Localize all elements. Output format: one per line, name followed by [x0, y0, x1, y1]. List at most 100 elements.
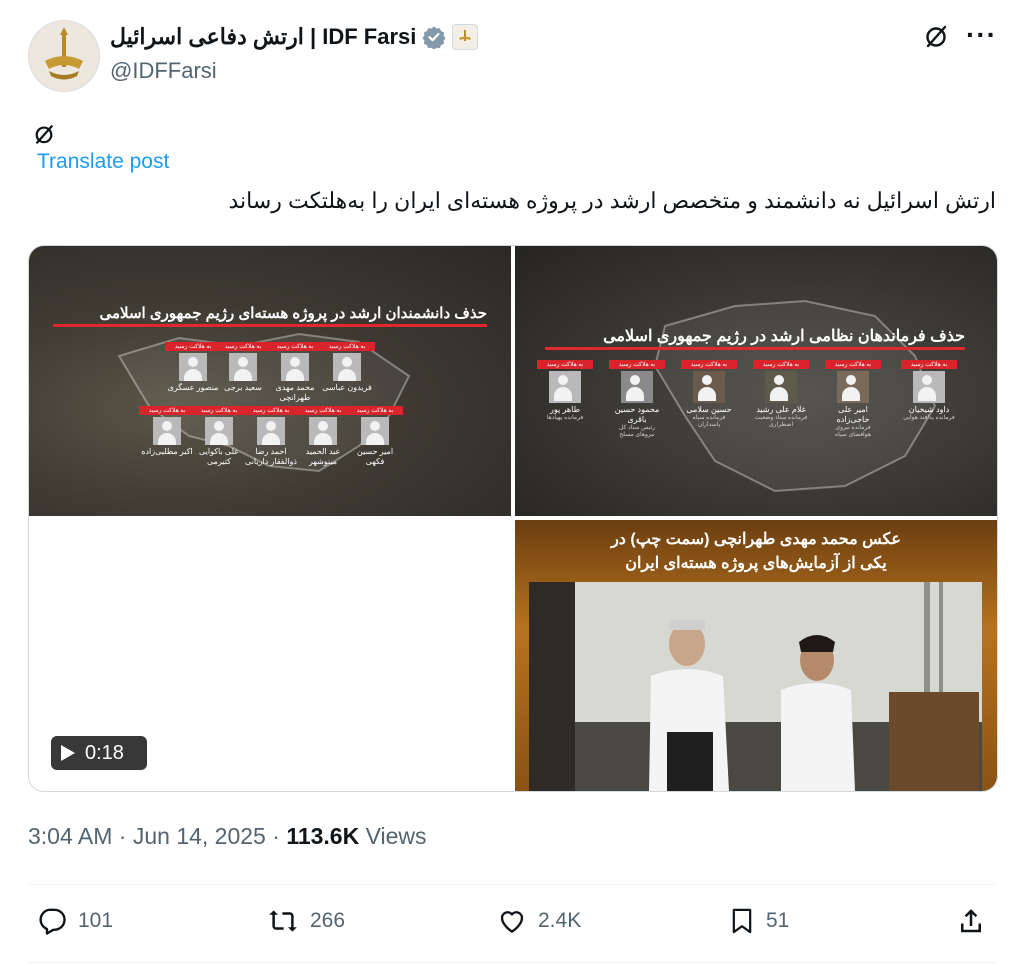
person-name: سعید برجی: [224, 383, 262, 392]
idf-mini-logo-icon: [459, 30, 472, 41]
bookmark-count: 51: [766, 909, 790, 932]
status-tag: به هلاکت رسید: [753, 360, 809, 369]
panel-b-title: حذف فرماندهان نظامی ارشد در رژیم جمهوری …: [603, 328, 965, 345]
share-icon: [961, 909, 981, 933]
person-card: به هلاکت رسید امیر حسین فکهی: [347, 406, 403, 467]
person-placeholder-icon: [309, 417, 337, 445]
meta-separator: ·: [272, 823, 287, 849]
status-tag: به هلاکت رسید: [347, 406, 403, 415]
media-video[interactable]: 0:18: [29, 520, 511, 791]
post-text: ارتش اسرائیل نه دانشمند و متخصص ارشد در …: [228, 188, 996, 213]
video-duration-badge[interactable]: 0:18: [51, 736, 147, 770]
person-card: به هلاکت رسید علی باکوایی کتیرمی: [191, 406, 247, 467]
person-photo: [837, 371, 869, 403]
status-tag: به هلاکت رسید: [681, 360, 737, 369]
grok-icon[interactable]: [922, 22, 950, 50]
person-card: به هلاکت رسید محمد مهدی طهرانچی: [267, 342, 323, 403]
person-name: محمود حسین باقری: [614, 405, 660, 424]
bookmark-icon: [732, 908, 752, 934]
media-grid[interactable]: حذف دانشمندان ارشد در پروژه هسته‌ای رژیم…: [28, 245, 998, 792]
person-placeholder-icon: [179, 353, 207, 381]
reply-button[interactable]: 101: [36, 906, 113, 936]
photo-caption-line1: عکس محمد مهدی طهرانچی (سمت چپ) در: [611, 531, 901, 548]
grok-icon[interactable]: [32, 122, 56, 146]
bookmark-button[interactable]: 51: [728, 906, 789, 936]
person-placeholder-icon: [257, 417, 285, 445]
like-count: 2.4K: [538, 909, 582, 932]
person-role: فرمانده پدافند هوایی: [903, 415, 955, 421]
person-placeholder-icon: [333, 353, 361, 381]
title-underline: [545, 347, 965, 350]
status-tag: به هلاکت رسید: [319, 342, 375, 351]
person-placeholder-icon: [549, 371, 581, 403]
status-tag: به هلاکت رسید: [243, 406, 299, 415]
reply-icon: [39, 908, 66, 935]
person-placeholder-icon: [281, 353, 309, 381]
play-icon: [61, 745, 75, 761]
media-image-scientists[interactable]: حذف دانشمندان ارشد در پروژه هسته‌ای رژیم…: [29, 246, 511, 516]
person-name: عبد الحمید مینوشهر: [305, 447, 341, 466]
person-name: غلام علی رشید: [756, 405, 806, 414]
person-card: به هلاکت رسید عبد الحمید مینوشهر: [295, 406, 351, 467]
person-card: به هلاکت رسید سعید برجی: [215, 342, 271, 393]
video-duration: 0:18: [85, 741, 124, 764]
media-image-photo[interactable]: عکس محمد مهدی طهرانچی (سمت چپ) در یکی از…: [515, 520, 997, 791]
person-card: به هلاکت رسید حسین سلامی فرمانده سپاه پا…: [681, 360, 737, 429]
media-image-commanders[interactable]: حذف فرماندهان نظامی ارشد در رژیم جمهوری …: [515, 246, 997, 516]
person-name: منصور عسگری: [167, 383, 219, 392]
repost-icon: [269, 910, 297, 932]
person-photo: [765, 371, 797, 403]
person-role: فرمانده نیروی هوافضای سپاه: [834, 425, 871, 438]
more-icon[interactable]: ···: [966, 21, 997, 49]
display-name[interactable]: ارتش دفاعی اسرائیل | IDF Farsi: [110, 24, 416, 50]
person-placeholder-icon: [205, 417, 233, 445]
person-name: حسین سلامی: [686, 405, 732, 414]
verified-badge-icon[interactable]: [422, 25, 446, 49]
title-underline: [53, 324, 487, 327]
affiliate-badge-icon[interactable]: [452, 24, 479, 50]
idf-logo-icon: [30, 22, 98, 90]
repost-button[interactable]: 266: [266, 906, 345, 936]
post-date[interactable]: Jun 14, 2025: [133, 823, 266, 849]
person-role: رئیس ستاد کل نیروهای مسلح: [618, 425, 656, 438]
like-button[interactable]: 2.4K: [496, 906, 581, 936]
status-tag: به هلاکت رسید: [215, 342, 271, 351]
person-name: امیر علی حاجی‌زاده: [836, 405, 870, 424]
person-card: به هلاکت رسید داود شیخیان فرمانده پدافند…: [901, 360, 957, 422]
divider: [28, 884, 996, 885]
author-line: ارتش دفاعی اسرائیل | IDF Farsi: [110, 24, 479, 50]
person-name: داود شیخیان: [908, 405, 950, 414]
status-tag: به هلاکت رسید: [139, 406, 195, 415]
person-placeholder-icon: [153, 417, 181, 445]
person-card: به هلاکت رسید محمود حسین باقری رئیس ستاد…: [609, 360, 665, 439]
photo-caption: عکس محمد مهدی طهرانچی (سمت چپ) در یکی از…: [515, 528, 997, 576]
post-time[interactable]: 3:04 AM: [28, 823, 112, 849]
share-button[interactable]: [956, 906, 986, 936]
person-card: به هلاکت رسید غلام علی رشید فرمانده ستاد…: [753, 360, 809, 429]
author-avatar[interactable]: [28, 20, 100, 92]
person-card: به هلاکت رسید طاهر پور فرمانده پهپادها: [537, 360, 593, 422]
person-name: اکبر مطلبی‌زاده: [141, 447, 193, 456]
repost-count: 266: [310, 909, 346, 932]
translate-post-link[interactable]: Translate post: [37, 150, 169, 174]
person-name: امیر حسین فکهی: [356, 447, 394, 466]
status-tag: به هلاکت رسید: [191, 406, 247, 415]
post-meta: 3:04 AM · Jun 14, 2025 · 113.6K Views: [28, 823, 427, 850]
person-name: محمد مهدی طهرانچی: [275, 383, 315, 402]
views-count: 113.6K: [286, 823, 360, 849]
divider: [28, 962, 996, 963]
lab-photo: [529, 582, 982, 791]
status-tag: به هلاکت رسید: [267, 342, 323, 351]
person-name: فریدون عباسی: [322, 383, 372, 392]
panel-a-title: حذف دانشمندان ارشد در پروژه هسته‌ای رژیم…: [99, 305, 488, 322]
status-tag: به هلاکت رسید: [537, 360, 593, 369]
photo-caption-line2: یکی از آزمایش‌های پروژه هسته‌ای ایران: [625, 555, 887, 572]
person-role: فرمانده پهپادها: [546, 415, 584, 421]
lab-photo-illustration: [529, 582, 982, 791]
author-handle[interactable]: @IDFFarsi: [110, 58, 217, 84]
person-card: به هلاکت رسید احمد رضا ذوالفقار داریانی: [243, 406, 299, 467]
status-tag: به هلاکت رسید: [295, 406, 351, 415]
person-placeholder-icon: [229, 353, 257, 381]
person-name: علی باکوایی کتیرمی: [198, 447, 240, 466]
person-name: احمد رضا ذوالفقار داریانی: [245, 447, 297, 466]
